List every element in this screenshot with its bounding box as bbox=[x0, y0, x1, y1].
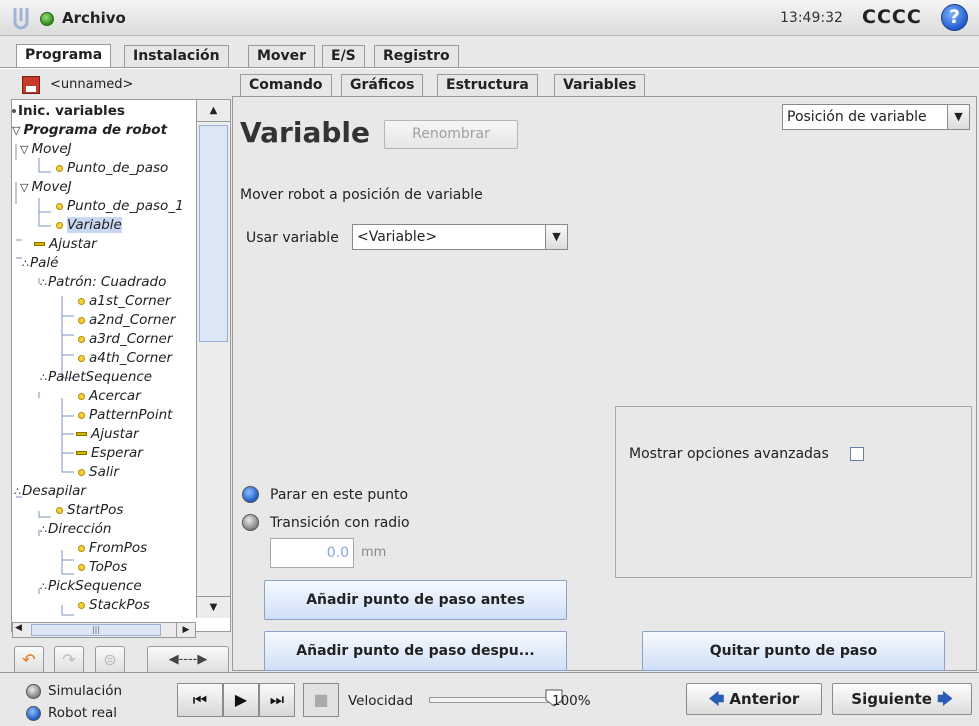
robot-name: CCCC bbox=[862, 6, 922, 28]
tree-item-waypoint-1[interactable]: Punto_de_paso_1 bbox=[56, 198, 184, 214]
tree-item-robot-program[interactable]: ▽ Programa de robot bbox=[12, 122, 167, 138]
clock: 13:49:32 bbox=[780, 10, 843, 26]
tree-item-corner-4[interactable]: a4th_Corner bbox=[78, 350, 172, 366]
tree-item-pattern-point[interactable]: PatternPoint bbox=[78, 407, 172, 423]
description-label: Mover robot a posición de variable bbox=[240, 187, 483, 203]
tree-item-approach[interactable]: Acercar bbox=[78, 388, 141, 404]
next-label: Siguiente bbox=[851, 690, 932, 708]
remove-waypoint-button[interactable]: Quitar punto de paso bbox=[642, 631, 945, 671]
tree-item-exit[interactable]: Salir bbox=[78, 464, 119, 480]
tab-instalacion[interactable]: Instalación bbox=[124, 45, 229, 67]
tree-item-destack[interactable]: ∴ Desapilar bbox=[14, 483, 86, 499]
blend-radius-input[interactable]: 0.0 bbox=[270, 538, 354, 568]
program-name: <unnamed> bbox=[50, 77, 134, 92]
tab-registro[interactable]: Registro bbox=[374, 45, 459, 67]
tree-item-set-2[interactable]: Ajustar bbox=[76, 426, 139, 442]
arrow-left-icon: 🡄 bbox=[708, 690, 725, 708]
scroll-down-icon[interactable]: ▼ bbox=[197, 596, 230, 618]
simulation-label: Simulación bbox=[48, 683, 123, 699]
advanced-options-checkbox[interactable] bbox=[850, 447, 864, 461]
rename-button[interactable]: Renombrar bbox=[384, 120, 518, 149]
scroll-thumb-horizontal[interactable]: ||| bbox=[31, 624, 161, 636]
tree-item-pick-sequence[interactable]: ∴ PickSequence bbox=[40, 578, 142, 594]
next-button[interactable]: Siguiente 🡆 bbox=[832, 683, 972, 715]
suppress-icon[interactable]: ⊜ bbox=[95, 646, 125, 674]
node-title: Variable bbox=[240, 116, 370, 149]
scroll-thumb[interactable] bbox=[199, 125, 228, 342]
tree-item-pattern[interactable]: ∴ Patrón: Cuadrado bbox=[40, 274, 166, 290]
step-forward-icon[interactable]: ⏭ bbox=[259, 683, 295, 717]
tree-item-init-variables[interactable]: Inic. variables bbox=[12, 103, 125, 119]
redo-icon[interactable]: ↷ bbox=[54, 646, 84, 674]
skip-back-icon[interactable]: ⏮ bbox=[177, 683, 223, 717]
tree-item-start-pos[interactable]: StartPos bbox=[56, 502, 123, 518]
add-waypoint-before-button[interactable]: Añadir punto de paso antes bbox=[264, 580, 567, 620]
subtab-comando[interactable]: Comando bbox=[240, 74, 332, 97]
tree-item-waypoint[interactable]: Punto_de_paso bbox=[56, 160, 168, 176]
previous-label: Anterior bbox=[729, 690, 800, 708]
tree-item-wait[interactable]: Esperar bbox=[76, 445, 143, 461]
blend-radius-label: Transición con radio bbox=[270, 515, 410, 531]
speed-label: Velocidad bbox=[348, 693, 414, 709]
tree-item-corner-3[interactable]: a3rd_Corner bbox=[78, 331, 172, 347]
program-file-icon bbox=[22, 76, 40, 94]
tree-item-pallet-sequence[interactable]: ∴ PalletSequence bbox=[40, 369, 152, 385]
ur-logo-icon bbox=[13, 8, 29, 30]
tree-item-corner-1[interactable]: a1st_Corner bbox=[78, 293, 171, 309]
add-waypoint-after-button[interactable]: Añadir punto de paso despu... bbox=[264, 631, 567, 671]
tree-item-variable[interactable]: Variable bbox=[56, 217, 122, 233]
variable-select-value: <Variable> bbox=[357, 229, 438, 245]
tree-item-movej-2[interactable]: ▽ MoveJ bbox=[20, 179, 72, 195]
arrow-right-icon: 🡆 bbox=[937, 690, 953, 708]
help-icon[interactable]: ? bbox=[941, 4, 968, 31]
use-variable-label: Usar variable bbox=[246, 230, 339, 246]
undo-icon[interactable]: ↶ bbox=[14, 646, 44, 674]
subtab-variables[interactable]: Variables bbox=[554, 74, 646, 96]
blend-radius-radio[interactable] bbox=[242, 514, 259, 531]
move-node-icon[interactable]: ◀----▶ bbox=[147, 646, 229, 674]
tree-item-corner-2[interactable]: a2nd_Corner bbox=[78, 312, 175, 328]
chevron-down-icon: ▼ bbox=[947, 105, 969, 129]
tree-item-pallet[interactable]: ∴ Palé bbox=[22, 255, 58, 271]
position-type-dropdown[interactable]: Posición de variable ▼ bbox=[782, 104, 970, 130]
stop-here-label: Parar en este punto bbox=[270, 487, 409, 503]
tree-item-movej-1[interactable]: ▽ MoveJ bbox=[20, 141, 72, 157]
speed-value: 100% bbox=[552, 693, 591, 709]
tab-divider bbox=[0, 67, 979, 69]
play-icon[interactable]: ▶ bbox=[223, 683, 259, 717]
tree-item-direction[interactable]: ∴ Dirección bbox=[40, 521, 111, 537]
subtab-graficos[interactable]: Gráficos bbox=[341, 74, 424, 96]
advanced-options-box bbox=[615, 406, 972, 578]
real-robot-label: Robot real bbox=[48, 705, 118, 721]
simulation-radio[interactable] bbox=[26, 684, 41, 699]
tree-item-stack-pos[interactable]: StackPos bbox=[78, 597, 150, 613]
tab-programa[interactable]: Programa bbox=[16, 44, 112, 68]
file-menu[interactable]: Archivo bbox=[62, 9, 126, 27]
previous-button[interactable]: 🡄 Anterior bbox=[686, 683, 822, 715]
scroll-up-icon[interactable]: ▲ bbox=[197, 100, 230, 122]
tree-item-set[interactable]: Ajustar bbox=[34, 236, 97, 252]
tab-mover[interactable]: Mover bbox=[248, 45, 316, 67]
stop-icon[interactable]: ■ bbox=[303, 683, 339, 717]
radius-unit: mm bbox=[361, 545, 387, 560]
robot-status-icon bbox=[40, 12, 54, 26]
tree-horizontal-scrollbar[interactable]: ◀ ||| bbox=[12, 622, 196, 638]
chevron-down-icon: ▼ bbox=[545, 225, 567, 249]
scroll-right-icon[interactable]: ▶ bbox=[176, 622, 196, 638]
tree-item-to-pos[interactable]: ToPos bbox=[78, 559, 127, 575]
stop-here-radio[interactable] bbox=[242, 486, 259, 503]
advanced-options-label: Mostrar opciones avanzadas bbox=[629, 446, 829, 462]
tab-es[interactable]: E/S bbox=[322, 45, 365, 67]
scroll-left-icon[interactable]: ◀ bbox=[15, 623, 22, 633]
position-type-value: Posición de variable bbox=[787, 109, 927, 125]
subtab-estructura[interactable]: Estructura bbox=[437, 74, 538, 96]
real-robot-radio[interactable] bbox=[26, 706, 41, 721]
tree-vertical-scrollbar[interactable]: ▲ ▼ bbox=[196, 100, 230, 618]
variable-select[interactable]: <Variable> ▼ bbox=[352, 224, 568, 250]
tree-item-from-pos[interactable]: FromPos bbox=[78, 540, 147, 556]
